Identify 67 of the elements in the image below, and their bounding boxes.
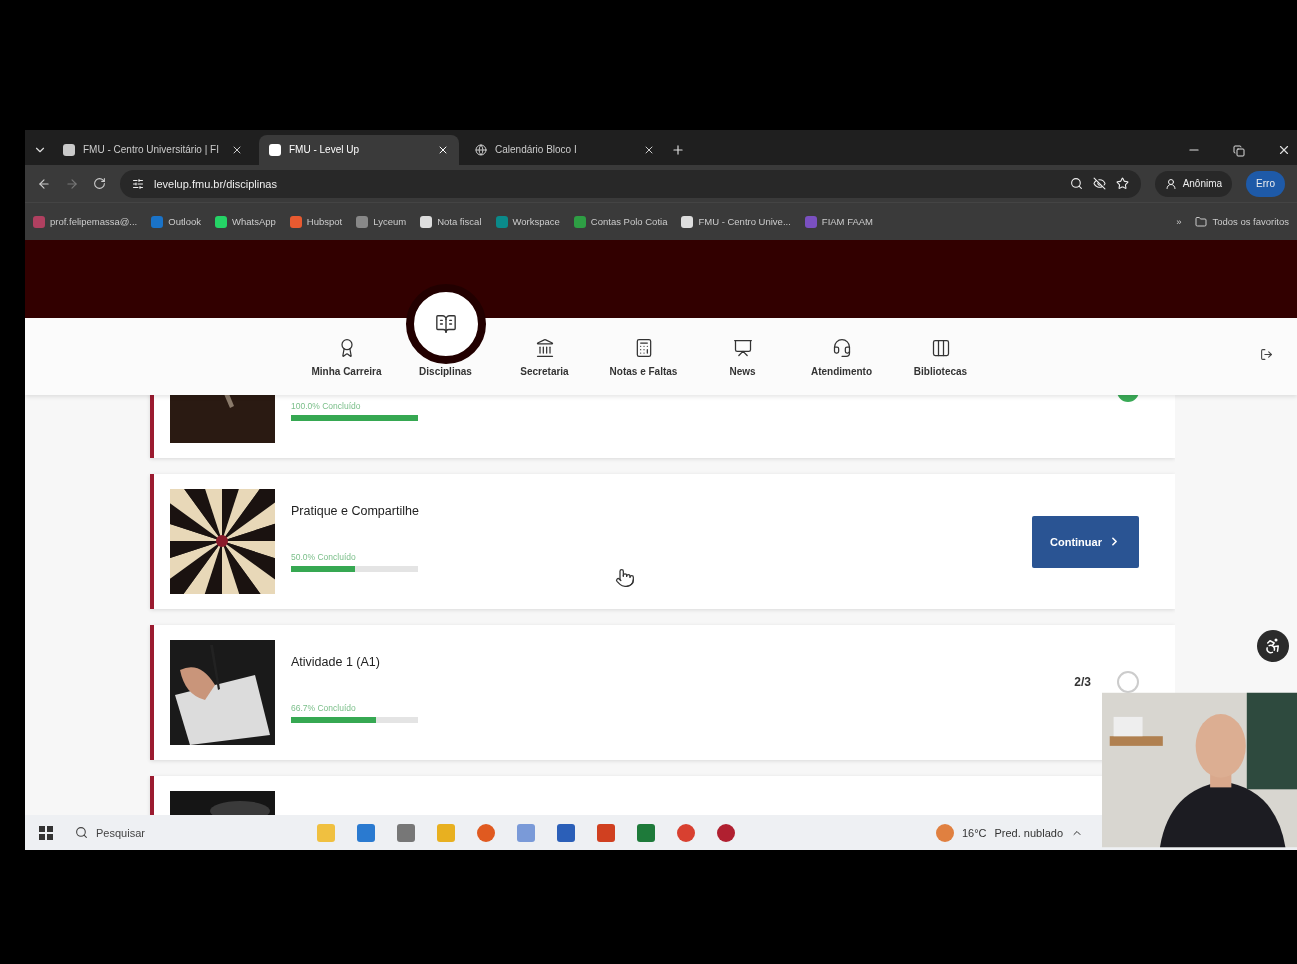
site-icon	[269, 143, 281, 156]
app-icon[interactable]	[677, 823, 695, 842]
browser-tab[interactable]: FMU - Level Up	[259, 134, 459, 165]
bookmark[interactable]: Lyceum	[356, 215, 407, 228]
nav-item[interactable]: Atendimento	[792, 336, 891, 377]
accessibility-icon	[1264, 637, 1282, 655]
temperature: 16°C	[961, 826, 987, 839]
browser-tab[interactable]: FMU - Centro Universitário | FI	[53, 134, 253, 165]
progress-label: 100.0% Concluído	[291, 401, 362, 411]
nav-item[interactable]: News	[693, 336, 792, 377]
star-icon[interactable]	[1115, 177, 1129, 190]
profile-button[interactable]: Anônima	[1154, 170, 1233, 197]
error-button[interactable]: Erro	[1246, 170, 1285, 197]
app-icon[interactable]	[397, 823, 415, 842]
progress-label: 66.7% Concluído	[291, 703, 357, 713]
bookmark[interactable]: Contas Polo Cotia	[573, 215, 668, 228]
forward-icon[interactable]	[65, 176, 79, 191]
more-bookmarks[interactable]: »	[1176, 216, 1182, 228]
nav-item[interactable]: Minha Carreira	[297, 336, 396, 377]
windows-icon[interactable]	[39, 825, 53, 840]
site-settings-icon[interactable]	[132, 177, 144, 190]
weather-text: Pred. nublado	[994, 826, 1063, 839]
bookmark[interactable]: FIAM FAAM	[804, 215, 874, 228]
presentation-icon	[732, 338, 753, 358]
taskbar-search[interactable]: Pesquisar	[75, 826, 295, 839]
step-count: 2/3	[1074, 675, 1091, 689]
app-icon[interactable]	[597, 823, 615, 842]
bookmark[interactable]: Outlook	[151, 215, 201, 228]
all-bookmarks[interactable]: Todos os favoritos	[1195, 215, 1289, 228]
book-icon	[434, 313, 457, 335]
progress-label: 50.0% Concluído	[291, 552, 357, 562]
weather-icon	[935, 823, 954, 842]
building-icon	[534, 338, 555, 358]
hand-cursor-icon	[615, 568, 635, 588]
columns-icon	[930, 338, 951, 358]
continue-button[interactable]: Continuar	[1032, 515, 1139, 568]
folder-icon	[1195, 215, 1208, 228]
user-icon	[1164, 177, 1177, 190]
nav-item[interactable]: Notas e Faltas	[594, 336, 693, 377]
activity-title: Atividade 1 (A1)	[291, 655, 380, 669]
back-icon[interactable]	[37, 176, 51, 191]
bookmark[interactable]: WhatsApp	[215, 215, 276, 228]
app-icon[interactable]	[357, 823, 375, 842]
restore-icon[interactable]	[1233, 144, 1245, 157]
bookmark[interactable]: prof.felipemassa@...	[33, 215, 138, 228]
search-icon[interactable]	[1069, 177, 1083, 190]
eye-off-icon[interactable]	[1092, 177, 1106, 190]
globe-icon	[475, 143, 487, 156]
nav-item[interactable]: Secretaria	[495, 336, 594, 377]
activity-title: Pratique e Compartilhe	[291, 504, 419, 518]
bookmark[interactable]: Hubspot	[289, 215, 343, 228]
search-icon	[75, 826, 88, 839]
app-icon[interactable]	[717, 823, 735, 842]
app-icon[interactable]	[477, 823, 495, 842]
new-tab-icon[interactable]	[671, 142, 685, 157]
reload-icon[interactable]	[93, 177, 106, 190]
browser-tab[interactable]: Calendário Bloco I	[465, 134, 665, 165]
app-icon[interactable]	[557, 823, 575, 842]
headset-icon	[831, 338, 852, 358]
app-icon[interactable]	[637, 823, 655, 842]
bookmark[interactable]: FMU - Centro Unive...	[681, 215, 791, 228]
nav-item[interactable]: Bibliotecas	[891, 336, 990, 377]
bookmark[interactable]: Nota fiscal	[420, 215, 482, 228]
site-icon	[63, 143, 75, 156]
logout-icon[interactable]	[1260, 348, 1273, 361]
bookmark[interactable]: Workspace	[495, 215, 560, 228]
address-bar[interactable]: levelup.fmu.br/disciplinas	[120, 169, 1141, 198]
